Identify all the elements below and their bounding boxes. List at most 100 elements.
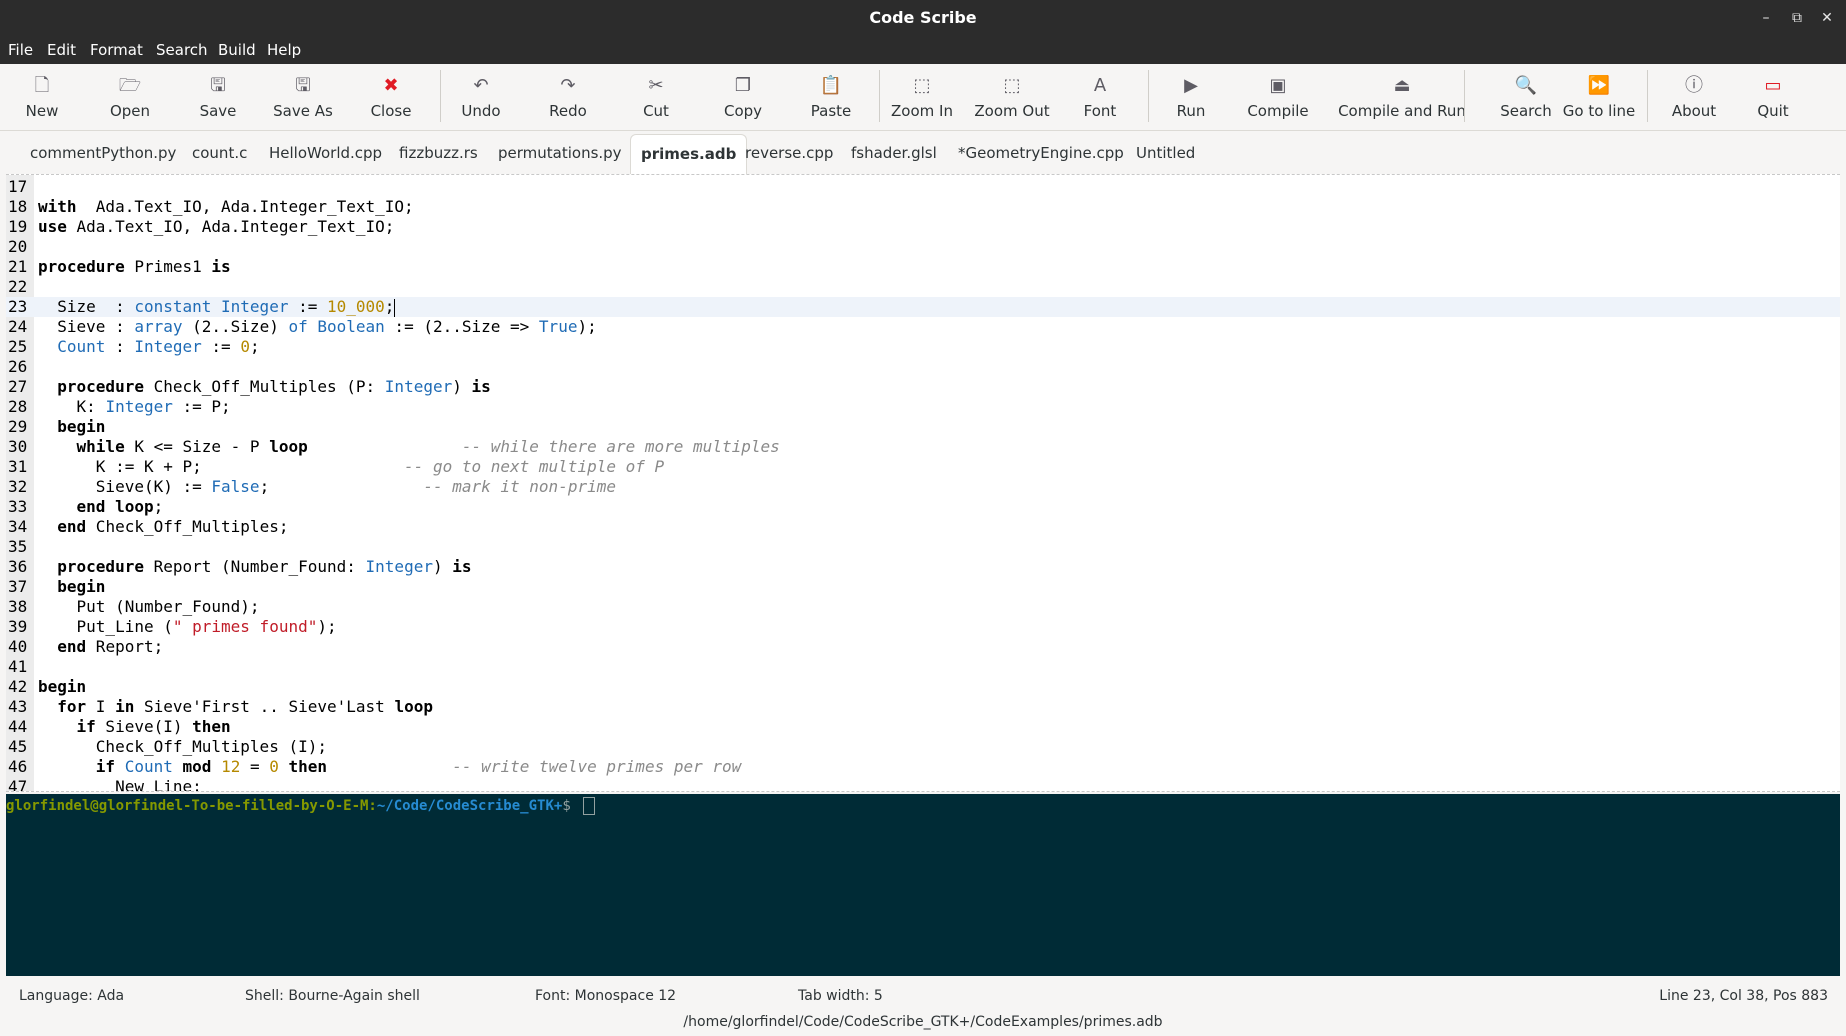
toolbar-label: Compile and Run [1338, 102, 1466, 120]
toolbar-label: Font [1083, 102, 1117, 120]
code-line[interactable]: 41 [6, 657, 1840, 677]
compile-button[interactable]: ▣ Compile [1242, 64, 1314, 128]
code-token: := [201, 337, 241, 356]
code-line[interactable]: 32 Sieve(K) := False; -- mark it non-pri… [6, 477, 1840, 497]
code-token: True [538, 317, 578, 336]
menu-format[interactable]: Format [90, 41, 143, 59]
code-line[interactable]: 45 Check_Off_Multiples (I); [6, 737, 1840, 757]
toolbar-label: Quit [1757, 102, 1789, 120]
line-number: 30 [8, 437, 28, 456]
open-button[interactable]: 🗁 Open [104, 64, 156, 128]
code-line[interactable]: 30 while K <= Size - P loop -- while the… [6, 437, 1840, 457]
line-text: Sieve : array (2..Size) of Boolean := (2… [38, 317, 596, 337]
copy-button[interactable]: ❐ Copy [712, 64, 774, 128]
code-line[interactable]: 21 procedure Primes1 is [6, 257, 1840, 277]
cut-button[interactable]: ✂ Cut [630, 64, 682, 128]
code-line[interactable]: 37 begin [6, 577, 1840, 597]
code-line[interactable]: 28 K: Integer := P; [6, 397, 1840, 417]
menu-build[interactable]: Build [218, 41, 256, 59]
code-token: Check_Off_Multiples; [86, 517, 289, 536]
code-token: Count [124, 757, 173, 776]
code-line[interactable]: 43 for I in Sieve'First .. Sieve'Last lo… [6, 697, 1840, 717]
compile-and-run-button[interactable]: ⏏ Compile and Run [1322, 64, 1482, 128]
menu-search[interactable]: Search [156, 41, 208, 59]
save-as-button[interactable]: 🖫 Save As [268, 64, 338, 128]
code-line[interactable]: 40 end Report; [6, 637, 1840, 657]
tab-helloworld-cpp[interactable]: HelloWorld.cpp [259, 134, 392, 172]
code-token: K := K + P; [38, 457, 405, 476]
code-line[interactable]: 35 [6, 537, 1840, 557]
line-number: 18 [8, 197, 28, 216]
about-button[interactable]: ⓘ About [1662, 64, 1726, 128]
code-token: constant Integer [134, 297, 289, 316]
zoom-in-button[interactable]: ⬚ Zoom In [882, 64, 962, 128]
menu-file[interactable]: File [8, 41, 33, 59]
code-line[interactable]: 20 [6, 237, 1840, 257]
tab-count-c[interactable]: count.c [182, 134, 257, 172]
tab-untitled[interactable]: Untitled [1126, 134, 1205, 172]
code-line[interactable]: 29 begin [6, 417, 1840, 437]
tab-fizzbuzz-rs[interactable]: fizzbuzz.rs [389, 134, 488, 172]
code-line[interactable]: 44 if Sieve(I) then [6, 717, 1840, 737]
code-token: New_Line; [38, 777, 202, 792]
tab-reverse-cpp[interactable]: reverse.cpp [735, 134, 843, 172]
font-button[interactable]: A Font [1070, 64, 1130, 128]
tab-commentpython-py[interactable]: commentPython.py [20, 134, 186, 172]
code-line[interactable]: 31 K := K + P; -- go to next multiple of… [6, 457, 1840, 477]
code-editor[interactable]: 17 18 with Ada.Text_IO, Ada.Integer_Text_I… [6, 174, 1840, 792]
toolbar-label: Paste [810, 102, 852, 120]
code-token: procedure [57, 377, 144, 396]
undo-button[interactable]: ↶ Undo [454, 64, 508, 128]
code-line[interactable]: 23 Size : constant Integer := 10_000; [6, 297, 1840, 317]
run-button[interactable]: ▶ Run [1161, 64, 1221, 128]
toolbar-separator [1647, 70, 1648, 122]
restore-button[interactable]: ⧉ [1785, 6, 1809, 30]
search-button[interactable]: 🔍 Search [1496, 64, 1556, 128]
go-to-line-button[interactable]: ⏩ Go to line [1553, 64, 1645, 128]
scissors-icon: ✂ [648, 75, 664, 96]
code-line[interactable]: 34 end Check_Off_Multiples; [6, 517, 1840, 537]
save-button[interactable]: 🖫 Save [192, 64, 244, 128]
line-number: 20 [8, 237, 28, 256]
code-line[interactable]: 38 Put (Number_Found); [6, 597, 1840, 617]
toolbar-label: Undo [461, 102, 501, 120]
new-button[interactable]: 🗋 New [16, 64, 68, 128]
code-line[interactable]: 46 if Count mod 12 = 0 then -- write twe… [6, 757, 1840, 777]
code-line[interactable]: 36 procedure Report (Number_Found: Integ… [6, 557, 1840, 577]
tab-geometryengine-cpp[interactable]: *GeometryEngine.cpp [948, 134, 1134, 172]
code-token: if [95, 757, 116, 776]
code-token: end loop [76, 497, 154, 516]
paste-button[interactable]: 📋 Paste [800, 64, 862, 128]
status-language: Language: Ada [19, 988, 125, 1004]
tab-fshader-glsl[interactable]: fshader.glsl [841, 134, 947, 172]
code-line[interactable]: 17 [6, 177, 1840, 197]
close-button[interactable]: ✖ Close [365, 64, 417, 128]
close-window-button[interactable]: ✕ [1815, 6, 1839, 30]
tab-permutations-py[interactable]: permutations.py [488, 134, 632, 172]
code-token: mod [182, 757, 212, 776]
terminal-panel[interactable]: glorfindel@glorfindel-To-be-filled-by-O-… [6, 794, 1840, 976]
code-line[interactable]: 47 New_Line; [6, 777, 1840, 792]
code-token: procedure [38, 257, 125, 276]
zoom-out-button[interactable]: ⬚ Zoom Out [968, 64, 1056, 128]
code-line[interactable]: 22 [6, 277, 1840, 297]
code-line[interactable]: 39 Put_Line (" primes found"); [6, 617, 1840, 637]
redo-button[interactable]: ↷ Redo [541, 64, 595, 128]
code-line[interactable]: 24 Sieve : array (2..Size) of Boolean :=… [6, 317, 1840, 337]
code-line[interactable]: 25 Count : Integer := 0; [6, 337, 1840, 357]
code-line[interactable]: 26 [6, 357, 1840, 377]
code-line[interactable]: 33 end loop; [6, 497, 1840, 517]
code-line[interactable]: 19 use Ada.Text_IO, Ada.Integer_Text_IO; [6, 217, 1840, 237]
menu-help[interactable]: Help [267, 41, 301, 59]
code-line[interactable]: 18 with Ada.Text_IO, Ada.Integer_Text_IO; [6, 197, 1840, 217]
minimize-button[interactable]: – [1754, 6, 1778, 30]
menu-edit[interactable]: Edit [47, 41, 76, 59]
tab-primes-adb[interactable]: primes.adb [630, 134, 748, 175]
code-line[interactable]: 27 procedure Check_Off_Multiples (P: Int… [6, 377, 1840, 397]
code-line[interactable]: 42 begin [6, 677, 1840, 697]
terminal-cursor [583, 797, 596, 815]
toolbar-separator [879, 70, 880, 122]
quit-button[interactable]: ▭ Quit [1747, 64, 1799, 128]
line-text: end loop; [38, 497, 164, 517]
